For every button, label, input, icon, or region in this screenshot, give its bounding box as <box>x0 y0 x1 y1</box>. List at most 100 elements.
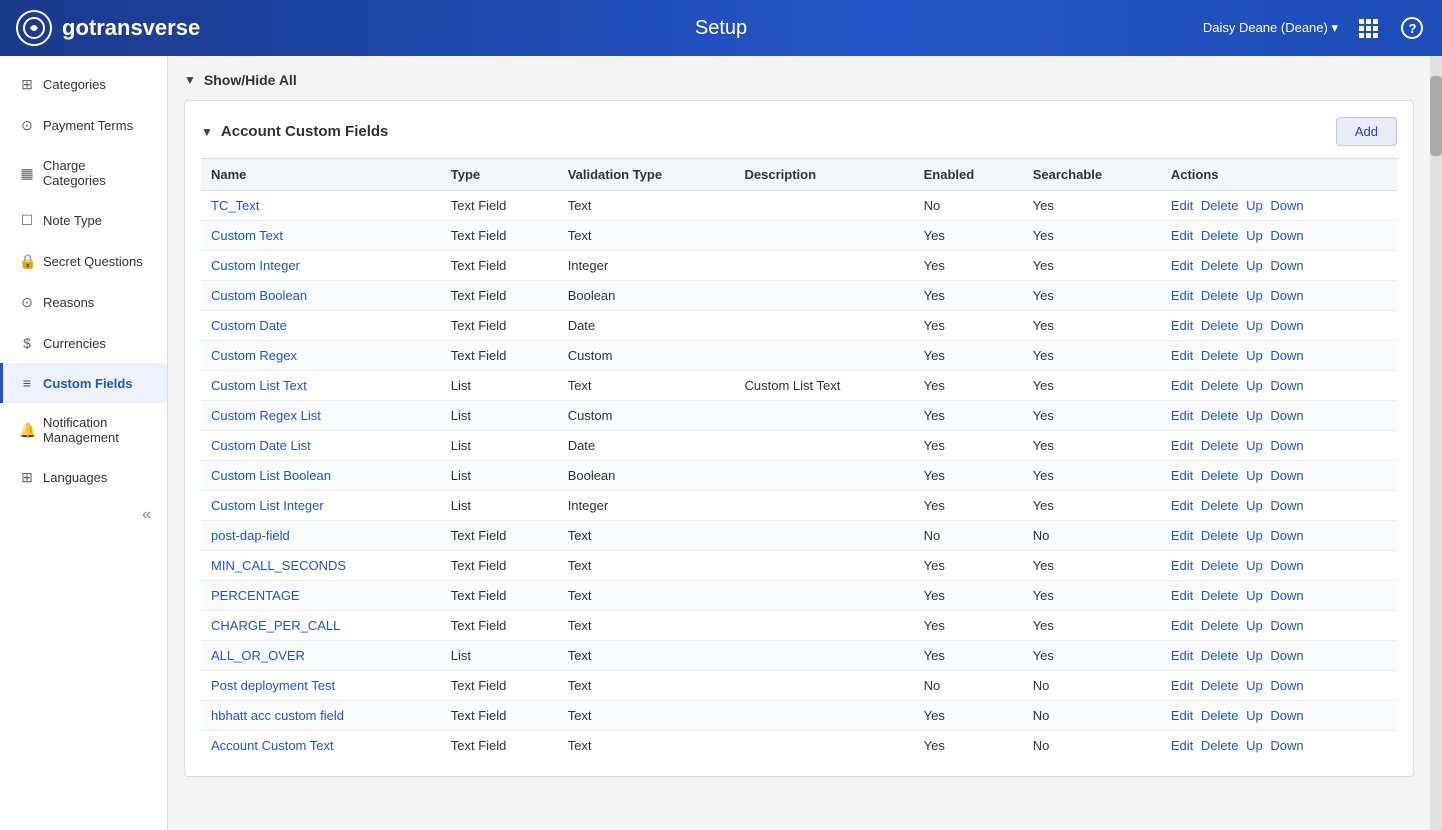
up-link[interactable]: Up <box>1246 498 1263 513</box>
edit-link[interactable]: Edit <box>1171 558 1193 573</box>
up-link[interactable]: Up <box>1246 408 1263 423</box>
down-link[interactable]: Down <box>1270 318 1303 333</box>
up-link[interactable]: Up <box>1246 678 1263 693</box>
field-name-link[interactable]: post-dap-field <box>211 528 290 543</box>
up-link[interactable]: Up <box>1246 198 1263 213</box>
field-name-link[interactable]: Custom Boolean <box>211 288 307 303</box>
field-name-link[interactable]: CHARGE_PER_CALL <box>211 618 340 633</box>
up-link[interactable]: Up <box>1246 228 1263 243</box>
up-link[interactable]: Up <box>1246 558 1263 573</box>
edit-link[interactable]: Edit <box>1171 378 1193 393</box>
field-name-link[interactable]: Custom Text <box>211 228 283 243</box>
sidebar-item-secret-questions[interactable]: 🔒 Secret Questions <box>0 241 167 282</box>
field-name-link[interactable]: Custom Regex List <box>211 408 321 423</box>
down-link[interactable]: Down <box>1270 708 1303 723</box>
delete-link[interactable]: Delete <box>1201 738 1239 753</box>
down-link[interactable]: Down <box>1270 678 1303 693</box>
up-link[interactable]: Up <box>1246 288 1263 303</box>
edit-link[interactable]: Edit <box>1171 618 1193 633</box>
sidebar-item-payment-terms[interactable]: ⊙ Payment Terms <box>0 105 167 146</box>
down-link[interactable]: Down <box>1270 558 1303 573</box>
sidebar-item-custom-fields[interactable]: ≡ Custom Fields <box>0 363 167 403</box>
down-link[interactable]: Down <box>1270 498 1303 513</box>
up-link[interactable]: Up <box>1246 258 1263 273</box>
sidebar-item-reasons[interactable]: ⊙ Reasons <box>0 282 167 323</box>
delete-link[interactable]: Delete <box>1201 678 1239 693</box>
up-link[interactable]: Up <box>1246 528 1263 543</box>
edit-link[interactable]: Edit <box>1171 708 1193 723</box>
delete-link[interactable]: Delete <box>1201 588 1239 603</box>
up-link[interactable]: Up <box>1246 348 1263 363</box>
field-name-link[interactable]: TC_Text <box>211 198 259 213</box>
up-link[interactable]: Up <box>1246 648 1263 663</box>
delete-link[interactable]: Delete <box>1201 348 1239 363</box>
edit-link[interactable]: Edit <box>1171 648 1193 663</box>
delete-link[interactable]: Delete <box>1201 528 1239 543</box>
edit-link[interactable]: Edit <box>1171 288 1193 303</box>
field-name-link[interactable]: Custom Regex <box>211 348 297 363</box>
field-name-link[interactable]: Custom List Boolean <box>211 468 331 483</box>
edit-link[interactable]: Edit <box>1171 468 1193 483</box>
delete-link[interactable]: Delete <box>1201 648 1239 663</box>
field-name-link[interactable]: Custom List Integer <box>211 498 324 513</box>
sidebar-item-notification-management[interactable]: 🔔 Notification Management <box>0 403 167 457</box>
down-link[interactable]: Down <box>1270 618 1303 633</box>
delete-link[interactable]: Delete <box>1201 378 1239 393</box>
sidebar-item-languages[interactable]: ⊞ Languages <box>0 457 167 498</box>
help-icon[interactable]: ? <box>1398 14 1426 42</box>
delete-link[interactable]: Delete <box>1201 318 1239 333</box>
field-name-link[interactable]: Account Custom Text <box>211 738 334 753</box>
edit-link[interactable]: Edit <box>1171 678 1193 693</box>
delete-link[interactable]: Delete <box>1201 708 1239 723</box>
edit-link[interactable]: Edit <box>1171 228 1193 243</box>
field-name-link[interactable]: Custom Date List <box>211 438 311 453</box>
down-link[interactable]: Down <box>1270 198 1303 213</box>
scrollbar-track[interactable] <box>1430 56 1442 830</box>
down-link[interactable]: Down <box>1270 408 1303 423</box>
delete-link[interactable]: Delete <box>1201 288 1239 303</box>
edit-link[interactable]: Edit <box>1171 258 1193 273</box>
delete-link[interactable]: Delete <box>1201 198 1239 213</box>
up-link[interactable]: Up <box>1246 318 1263 333</box>
edit-link[interactable]: Edit <box>1171 318 1193 333</box>
edit-link[interactable]: Edit <box>1171 528 1193 543</box>
sidebar-item-charge-categories[interactable]: ▦ Charge Categories <box>0 146 167 200</box>
down-link[interactable]: Down <box>1270 258 1303 273</box>
down-link[interactable]: Down <box>1270 468 1303 483</box>
sidebar-item-categories[interactable]: ⊞ Categories <box>0 64 167 105</box>
scrollbar-thumb[interactable] <box>1430 76 1442 156</box>
down-link[interactable]: Down <box>1270 288 1303 303</box>
grid-icon[interactable] <box>1354 14 1382 42</box>
field-name-link[interactable]: Custom List Text <box>211 378 307 393</box>
down-link[interactable]: Down <box>1270 588 1303 603</box>
down-link[interactable]: Down <box>1270 378 1303 393</box>
up-link[interactable]: Up <box>1246 618 1263 633</box>
edit-link[interactable]: Edit <box>1171 198 1193 213</box>
sidebar-item-note-type[interactable]: ☐ Note Type <box>0 200 167 241</box>
up-link[interactable]: Up <box>1246 588 1263 603</box>
delete-link[interactable]: Delete <box>1201 228 1239 243</box>
field-name-link[interactable]: Custom Integer <box>211 258 300 273</box>
delete-link[interactable]: Delete <box>1201 408 1239 423</box>
show-hide-all-bar[interactable]: ▼ Show/Hide All <box>184 72 1414 88</box>
up-link[interactable]: Up <box>1246 708 1263 723</box>
edit-link[interactable]: Edit <box>1171 498 1193 513</box>
up-link[interactable]: Up <box>1246 468 1263 483</box>
down-link[interactable]: Down <box>1270 738 1303 753</box>
edit-link[interactable]: Edit <box>1171 408 1193 423</box>
field-name-link[interactable]: PERCENTAGE <box>211 588 300 603</box>
edit-link[interactable]: Edit <box>1171 738 1193 753</box>
up-link[interactable]: Up <box>1246 438 1263 453</box>
delete-link[interactable]: Delete <box>1201 498 1239 513</box>
add-button[interactable]: Add <box>1336 117 1397 146</box>
sidebar-collapse-button[interactable]: « <box>0 498 167 532</box>
up-link[interactable]: Up <box>1246 378 1263 393</box>
delete-link[interactable]: Delete <box>1201 438 1239 453</box>
up-link[interactable]: Up <box>1246 738 1263 753</box>
down-link[interactable]: Down <box>1270 228 1303 243</box>
field-name-link[interactable]: MIN_CALL_SECONDS <box>211 558 346 573</box>
down-link[interactable]: Down <box>1270 438 1303 453</box>
field-name-link[interactable]: Custom Date <box>211 318 287 333</box>
delete-link[interactable]: Delete <box>1201 558 1239 573</box>
down-link[interactable]: Down <box>1270 348 1303 363</box>
